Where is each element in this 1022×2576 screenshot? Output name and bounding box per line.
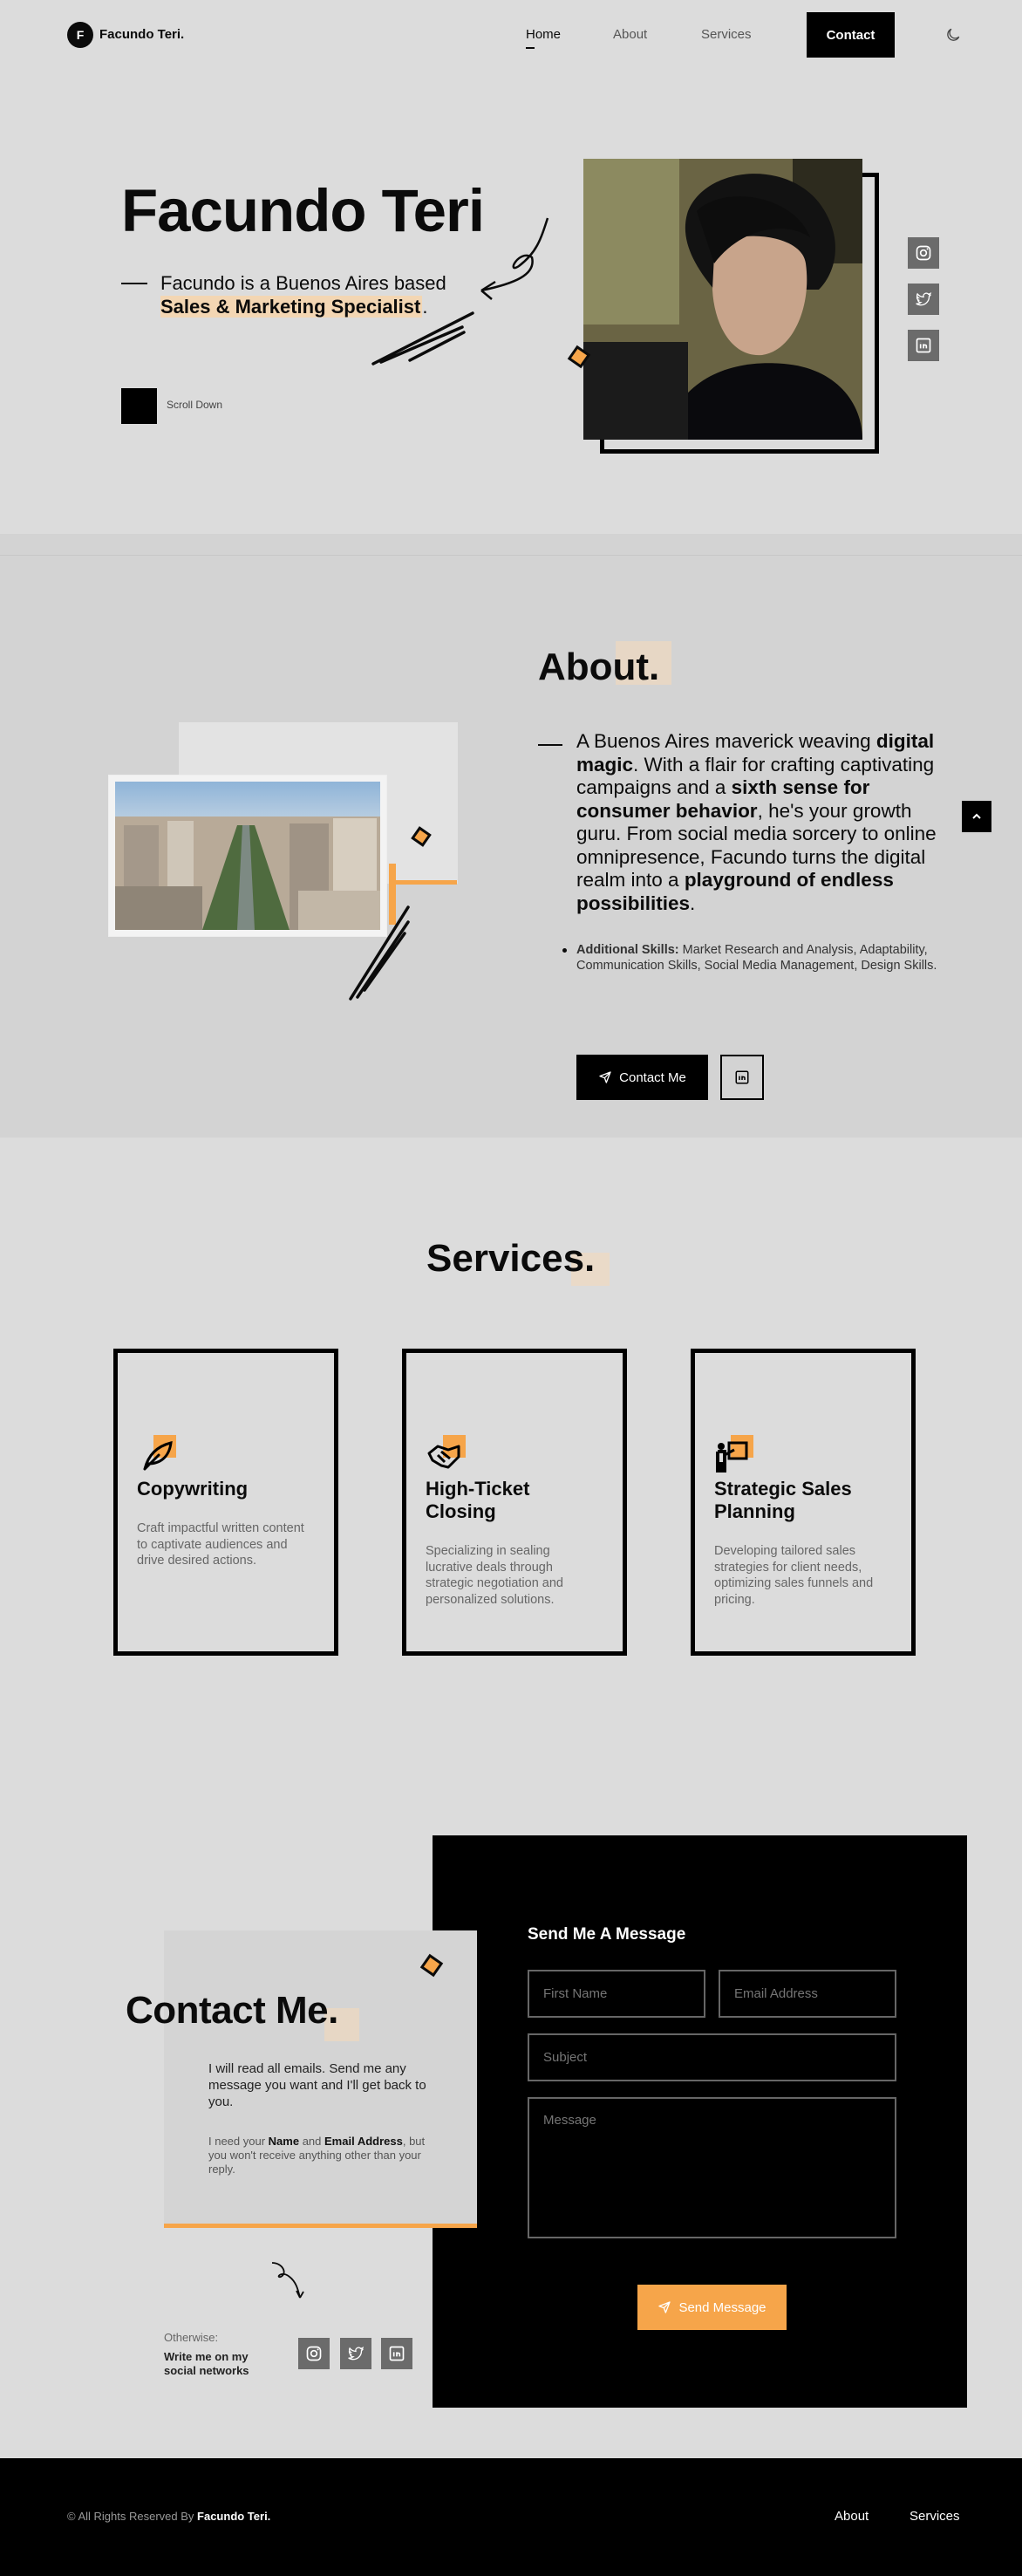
hero-subtitle-plain: Facundo is a Buenos Aires based bbox=[160, 272, 446, 294]
first-name-field[interactable] bbox=[528, 1970, 705, 2018]
footer-copyright: © All Rights Reserved By Facundo Teri. bbox=[67, 2510, 270, 2523]
hero-dash bbox=[121, 283, 147, 284]
chevron-up-icon bbox=[972, 813, 981, 819]
contact-note-text: I need your bbox=[208, 2135, 269, 2148]
about-text-part: A Buenos Aires maverick weaving bbox=[576, 730, 876, 752]
scroll-down-label[interactable]: Scroll Down bbox=[167, 399, 222, 411]
contact-note-bold: Name bbox=[268, 2135, 300, 2148]
scroll-top-button[interactable] bbox=[962, 801, 991, 832]
contact-twitter-button[interactable] bbox=[340, 2338, 371, 2369]
twitter-icon bbox=[348, 2346, 365, 2361]
about-contact-label: Contact Me bbox=[619, 1069, 686, 1085]
about-linkedin-button[interactable] bbox=[720, 1055, 764, 1100]
about-dash bbox=[538, 744, 562, 746]
instagram-icon bbox=[916, 245, 931, 261]
diamond-shape bbox=[567, 345, 591, 369]
service-desc: Developing tailored sales strategies for… bbox=[714, 1544, 874, 1607]
contact-note-bold: Email Address bbox=[324, 2135, 403, 2148]
email-field[interactable] bbox=[719, 1970, 896, 2018]
logo-badge[interactable]: F bbox=[67, 22, 93, 48]
diamond-shape bbox=[411, 826, 432, 847]
section-divider bbox=[0, 555, 1022, 556]
hero-instagram-button[interactable] bbox=[908, 237, 939, 269]
subject-field[interactable] bbox=[528, 2033, 896, 2081]
service-card-copywriting[interactable] bbox=[113, 1349, 338, 1656]
footer-link-services[interactable]: Services bbox=[910, 2509, 960, 2524]
scroll-down-button[interactable] bbox=[121, 388, 157, 424]
service-title: High-Ticket Closing bbox=[426, 1478, 530, 1522]
services-title: Services. bbox=[426, 1237, 596, 1280]
nav-link-about[interactable]: About bbox=[613, 27, 647, 42]
footer-owner: Facundo Teri. bbox=[197, 2510, 271, 2523]
contact-title: Contact Me. bbox=[126, 1989, 338, 2032]
scribble-lines-icon bbox=[349, 905, 410, 1001]
skills-label: Additional Skills: bbox=[576, 943, 679, 957]
profile-photo bbox=[583, 159, 862, 440]
instagram-icon bbox=[306, 2346, 322, 2361]
contact-intro: I will read all emails. Send me any mess… bbox=[208, 2061, 426, 2109]
diamond-shape bbox=[419, 1953, 444, 1978]
linkedin-icon bbox=[916, 338, 931, 353]
nav-contact-button[interactable]: Contact bbox=[807, 12, 895, 58]
contact-note-text: and bbox=[299, 2135, 324, 2148]
service-desc: Specializing in sealing lucrative deals … bbox=[426, 1544, 563, 1607]
scribble-lines-icon bbox=[371, 311, 474, 366]
hero-title: Facundo Teri bbox=[121, 177, 485, 244]
logo-letter: F bbox=[76, 28, 85, 42]
nav-link-services[interactable]: Services bbox=[701, 27, 752, 42]
hero-linkedin-button[interactable] bbox=[908, 330, 939, 361]
send-message-button[interactable]: Send Message bbox=[637, 2285, 787, 2330]
form-title: Send Me A Message bbox=[528, 1925, 686, 1944]
service-title: Copywriting bbox=[137, 1478, 249, 1500]
about-paragraph: A Buenos Aires maverick weaving digital … bbox=[576, 730, 960, 915]
arrow-doodle-icon bbox=[271, 2262, 304, 2299]
about-contact-button[interactable]: Contact Me bbox=[576, 1055, 708, 1100]
send-icon bbox=[658, 2301, 671, 2313]
message-field[interactable] bbox=[528, 2097, 896, 2238]
twitter-icon bbox=[916, 291, 932, 306]
contact-linkedin-button[interactable] bbox=[381, 2338, 412, 2369]
city-image bbox=[115, 782, 380, 930]
hero-twitter-button[interactable] bbox=[908, 284, 939, 315]
otherwise-label: Otherwise: bbox=[164, 2331, 219, 2344]
skills-list: Additional Skills: Market Research and A… bbox=[562, 942, 960, 974]
write-me-label: Write me on my social networks bbox=[164, 2350, 249, 2377]
footer-copyright-text: © All Rights Reserved By bbox=[67, 2510, 198, 2523]
logo-text[interactable]: Facundo Teri. bbox=[99, 27, 184, 42]
nav-active-indicator bbox=[526, 47, 535, 49]
send-message-label: Send Message bbox=[678, 2299, 766, 2315]
presentation-icon bbox=[716, 1441, 748, 1472]
orange-accent-bar bbox=[389, 880, 457, 885]
nav-link-home[interactable]: Home bbox=[526, 27, 561, 42]
skills-item: Additional Skills: Market Research and A… bbox=[562, 942, 960, 974]
contact-note: I need your Name and Email Address, but … bbox=[208, 2135, 435, 2176]
linkedin-icon bbox=[389, 2346, 405, 2361]
service-title: Strategic Sales Planning bbox=[714, 1478, 852, 1522]
service-desc: Craft impactful written content to capti… bbox=[137, 1521, 304, 1568]
send-icon bbox=[599, 1071, 611, 1083]
orange-accent-bar bbox=[164, 2224, 477, 2228]
feather-icon bbox=[143, 1441, 173, 1471]
moon-icon[interactable] bbox=[944, 26, 962, 44]
footer-link-about[interactable]: About bbox=[835, 2509, 869, 2524]
contact-instagram-button[interactable] bbox=[298, 2338, 330, 2369]
about-title: About. bbox=[538, 646, 660, 688]
about-text-part: . bbox=[690, 892, 696, 914]
linkedin-icon bbox=[735, 1070, 749, 1084]
handshake-icon bbox=[427, 1445, 460, 1469]
bullet bbox=[562, 948, 567, 953]
